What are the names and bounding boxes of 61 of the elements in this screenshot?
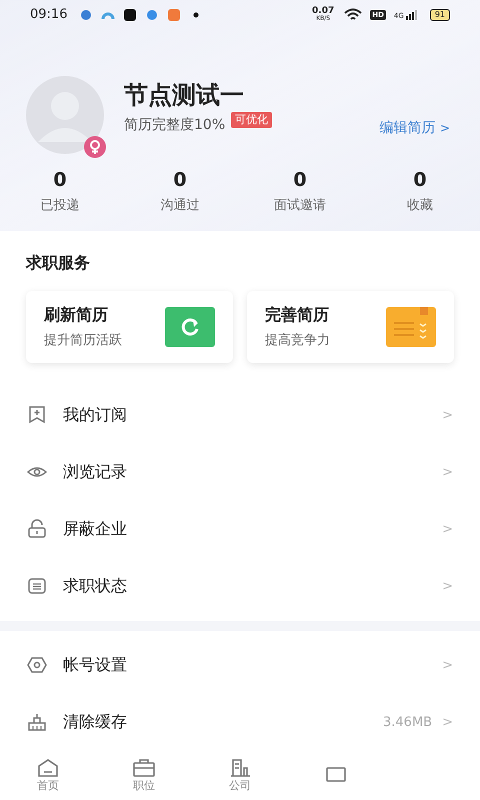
card-subtitle: 提升简历活跃	[44, 332, 122, 350]
stat-count: 0	[173, 168, 187, 192]
list-icon	[27, 576, 47, 596]
menu-label: 帐号设置	[63, 654, 128, 676]
house-icon	[36, 757, 60, 780]
tab-item[interactable]: 公司	[192, 750, 288, 800]
section-title: 求职服务	[26, 252, 91, 274]
menu-item[interactable]: 我的订阅 >	[0, 386, 480, 444]
stat-count: 0	[53, 168, 67, 192]
signal-icon	[406, 10, 418, 20]
stat-label[interactable]: 收藏	[407, 196, 433, 216]
edit-resume-link[interactable]: 编辑简历 >	[379, 118, 450, 139]
user-name: 节点测试一	[124, 80, 245, 110]
broom-icon	[27, 712, 47, 732]
stat-count: 0	[293, 168, 307, 192]
battery-indicator: 91	[430, 9, 450, 21]
menu-label: 我的订阅	[63, 404, 128, 426]
chevron-icon: >	[442, 462, 453, 482]
building-icon	[228, 757, 252, 780]
menu-label: 屏蔽企业	[63, 518, 128, 540]
card-subtitle: 提高竞争力	[265, 332, 330, 350]
lock-icon	[27, 519, 47, 540]
stat-label[interactable]: 已投递	[40, 196, 80, 216]
gear-icon	[27, 655, 47, 676]
clock-time: 09:16	[30, 6, 68, 24]
cache-size: 3.46MB	[383, 714, 432, 732]
stat-count: 0	[413, 168, 427, 192]
resume-completeness: 简历完整度10%	[124, 116, 226, 134]
square-app-icon	[167, 8, 182, 22]
chevron-icon: >	[442, 520, 453, 540]
circle-app-icon	[145, 8, 160, 22]
music-app-icon	[123, 8, 138, 22]
net-speed: 0.07	[312, 7, 334, 15]
wifi-icon	[344, 8, 362, 22]
menu-item[interactable]: 求职状态 >	[0, 558, 480, 615]
menu-item[interactable]: 清除缓存 3.46MB >	[0, 694, 480, 751]
menu-label: 求职状态	[63, 575, 128, 598]
document-icon	[386, 306, 436, 347]
optimize-badge: 可优化	[231, 112, 272, 128]
card-title: 完善简历	[265, 304, 330, 326]
card-title: 刷新简历	[44, 304, 109, 326]
stat-label[interactable]: 面试邀请	[274, 196, 326, 216]
chevron-icon: >	[442, 406, 453, 426]
stat-label[interactable]: 沟通过	[160, 196, 200, 216]
service-card[interactable]: 完善简历 提高竞争力	[247, 290, 454, 363]
menu-item[interactable]: 帐号设置 >	[0, 636, 480, 694]
refresh-icon	[165, 306, 215, 347]
menu-item[interactable]: 屏蔽企业 >	[0, 500, 480, 558]
bookmark-icon	[27, 405, 47, 426]
service-card[interactable]: 刷新简历 提升简历活跃	[26, 290, 233, 363]
notification-dot-icon	[193, 12, 200, 18]
chevron-icon: >	[442, 576, 453, 596]
chevron-icon: >	[442, 656, 453, 676]
tab-item[interactable]: 职位	[96, 750, 192, 800]
tab-item[interactable]: 首页	[0, 750, 96, 800]
menu-label: 浏览记录	[63, 461, 128, 484]
menu-item[interactable]: 浏览记录 >	[0, 444, 480, 501]
female-icon	[84, 136, 106, 158]
briefcase-icon	[132, 757, 156, 780]
chevron-icon: >	[442, 712, 453, 732]
menu-label: 清除缓存	[63, 711, 128, 734]
